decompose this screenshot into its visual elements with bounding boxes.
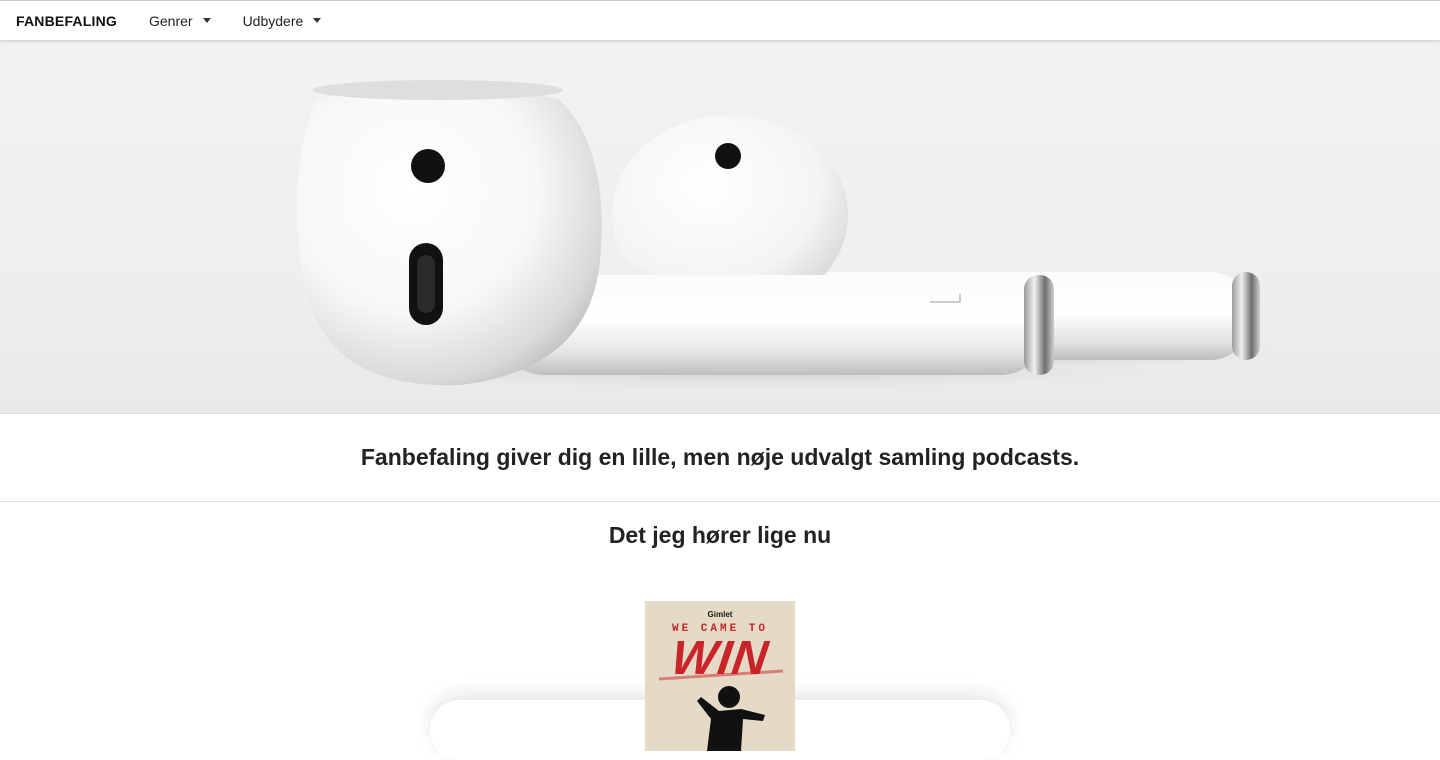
site-tagline: Fanbefaling giver dig en lille, men nøje… [0, 414, 1440, 502]
earbuds-image [290, 80, 1290, 392]
nav-dropdown-genres[interactable]: Genrer [149, 13, 211, 29]
nav-dropdown-providers[interactable]: Udbydere [243, 13, 322, 29]
caret-down-icon [313, 18, 322, 23]
nav-providers-label: Udbydere [242, 12, 304, 29]
podcast-publisher: Gimlet [707, 610, 733, 619]
top-navbar: FANBEFALING Genrer Udbydere [0, 0, 1440, 40]
podcast-cover-link[interactable]: Gimlet WE CAME TO WIN [645, 601, 795, 751]
nav-genres-label: Genrer [148, 12, 193, 29]
brand-logo-link[interactable]: FANBEFALING [16, 13, 117, 29]
hero-banner [0, 40, 1440, 414]
podcast-title-line2: WIN [668, 632, 772, 685]
section-title-now-listening: Det jeg hører lige nu [608, 522, 832, 548]
caret-down-icon [202, 18, 211, 23]
